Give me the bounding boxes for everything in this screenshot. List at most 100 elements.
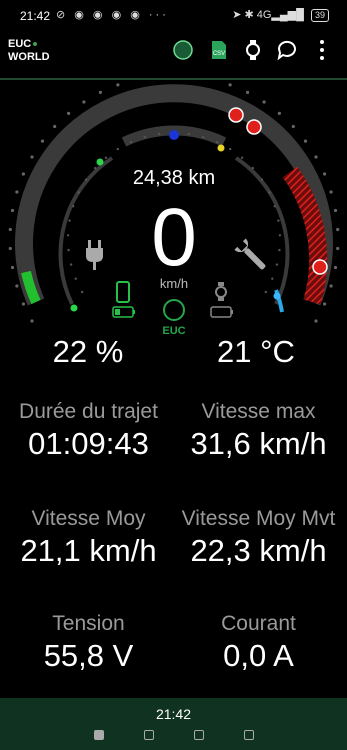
speed-gauge: 24,38 km 0 km/h EUC 22 % 21 °C xyxy=(0,73,347,382)
tick-dot xyxy=(116,83,120,87)
stat-value: 21,1 km/h xyxy=(20,533,157,568)
stat-value: 31,6 km/h xyxy=(190,426,327,461)
max-speed-marker-2 xyxy=(246,119,262,135)
tick-dot xyxy=(202,135,205,139)
tick-dot xyxy=(21,172,25,176)
tick-dot xyxy=(291,124,295,129)
tick-dot xyxy=(278,248,281,252)
tick-dot xyxy=(314,155,318,159)
tick-dot xyxy=(228,83,232,87)
tick-dot xyxy=(66,234,70,237)
tick-dot xyxy=(8,227,12,232)
temp-marker-blue xyxy=(273,292,281,300)
tick-dot xyxy=(336,246,340,251)
stat-label: Durée du trajet xyxy=(19,400,158,423)
tick-dot xyxy=(53,124,57,129)
tick-dot xyxy=(277,219,280,222)
euc-label: EUC xyxy=(162,325,185,337)
tick-dot xyxy=(246,90,250,94)
tick-dot xyxy=(10,265,15,270)
speed-marker-yellow xyxy=(217,144,225,152)
tick-dot xyxy=(314,319,318,323)
speed-unit: km/h xyxy=(160,276,188,291)
stat-label: Vitesse Moy Mvt xyxy=(181,507,336,530)
tick-dot xyxy=(81,290,84,294)
avg-moving-speed: Vitesse Moy Mvt 22,3 km/h xyxy=(172,507,345,569)
max-speed-marker-1 xyxy=(228,107,244,123)
wrench-icon xyxy=(234,238,266,270)
nav-recents-button[interactable] xyxy=(94,730,104,740)
stat-label: Tension xyxy=(52,612,125,635)
avg-speed: Vitesse Moy 21,1 km/h xyxy=(2,507,175,569)
stat-label: Courant xyxy=(221,612,296,635)
status-time: 21:42 xyxy=(20,9,51,23)
status-bar: 21:42 ⊘ ◉ ◉ ◉ ◉ ··· ➤ ✱ 4G▂▄▆█ 39 xyxy=(0,0,347,32)
speed-marker-blue xyxy=(169,130,179,140)
tick-dot xyxy=(262,100,266,104)
tick-dot xyxy=(15,284,19,288)
nav-back-button[interactable] xyxy=(194,730,204,740)
svg-text:CSV: CSV xyxy=(213,51,225,57)
tick-dot xyxy=(94,166,97,170)
plug-icon xyxy=(86,240,103,270)
tick-dot xyxy=(264,290,267,294)
tick-dot xyxy=(278,234,282,237)
tick-dot xyxy=(67,111,71,115)
phone-battery-icon xyxy=(112,306,135,318)
nav-home-button[interactable] xyxy=(144,730,154,740)
stat-value: 22,3 km/h xyxy=(190,533,327,568)
tick-dot xyxy=(116,147,120,151)
battery-marker-green xyxy=(96,158,104,166)
chat-icon[interactable] xyxy=(275,38,299,62)
phone-icon xyxy=(116,281,130,303)
tick-dot xyxy=(323,302,327,306)
tick-dot xyxy=(74,277,77,280)
tick-dot xyxy=(336,227,340,232)
tick-dot xyxy=(333,265,338,270)
nav-buttons xyxy=(0,730,347,742)
tick-dot xyxy=(323,172,327,176)
euc-status-icon xyxy=(163,299,185,321)
tick-dot xyxy=(82,100,86,104)
signal-icons: ➤ ✱ 4G▂▄▆█ xyxy=(232,9,304,21)
stat-value: 55,8 V xyxy=(43,638,134,673)
tick-dot xyxy=(329,284,333,288)
tick-dot xyxy=(273,205,276,208)
tick-dot xyxy=(30,155,34,159)
battery-icon: 39 xyxy=(310,9,329,22)
tick-dot xyxy=(84,178,88,181)
tick-dot xyxy=(40,139,45,143)
tick-dot xyxy=(271,277,274,280)
tick-dot xyxy=(10,208,15,213)
tick-dot xyxy=(215,141,219,144)
tick-dot xyxy=(15,190,19,194)
max-speed: Vitesse max 31,6 km/h xyxy=(172,400,345,462)
tick-dot xyxy=(240,156,244,159)
tick-dot xyxy=(158,132,161,136)
app-bar: EUC WORLD CSV xyxy=(0,32,347,80)
bottom-bar: 21:42 xyxy=(0,698,347,750)
watch-icon[interactable] xyxy=(241,38,265,62)
trip-duration: Durée du trajet 01:09:43 xyxy=(2,400,175,462)
stat-label: Vitesse Moy xyxy=(31,507,146,530)
tick-dot xyxy=(251,166,254,170)
tick-dot xyxy=(30,319,34,323)
distance-value: 24,38 km xyxy=(133,167,215,189)
euc-world-logo: EUC WORLD xyxy=(8,38,50,63)
connection-status-icon[interactable] xyxy=(171,38,195,62)
temperature-value: 21 °C xyxy=(217,334,295,369)
tick-dot xyxy=(275,263,279,266)
csv-export-icon[interactable]: CSV xyxy=(207,38,231,62)
tick-dot xyxy=(143,135,146,139)
system-icons: ➤ ✱ 4G▂▄▆█ 39 xyxy=(232,8,329,22)
voltage: Tension 55,8 V xyxy=(2,612,175,674)
tick-dot xyxy=(69,263,73,266)
stat-label: Vitesse max xyxy=(201,400,316,423)
watch-status-icon xyxy=(215,282,227,301)
speed-value: 0 xyxy=(151,192,197,283)
tick-dot xyxy=(98,90,102,94)
tick-dot xyxy=(21,302,25,306)
tick-dot xyxy=(333,208,338,213)
more-menu-icon[interactable] xyxy=(310,38,334,62)
nav-extra-button[interactable] xyxy=(244,730,254,740)
